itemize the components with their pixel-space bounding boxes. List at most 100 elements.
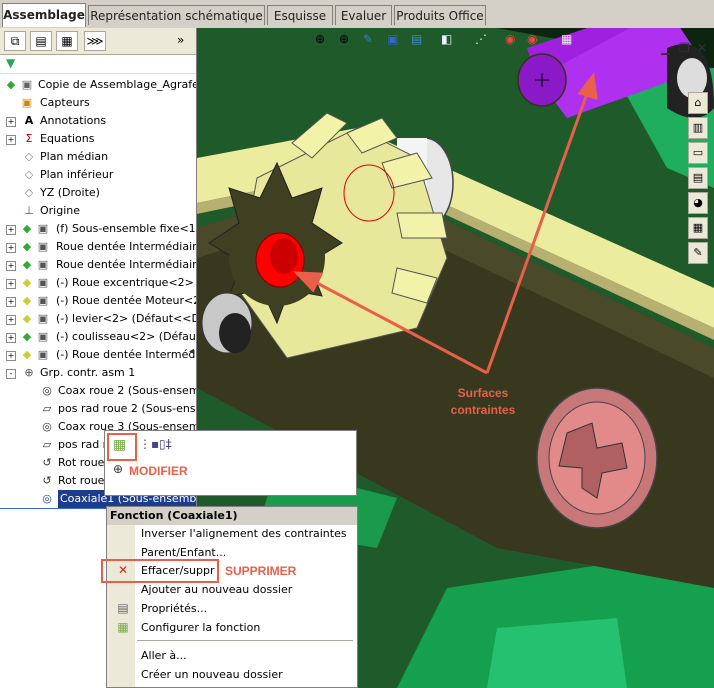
expand-icon[interactable]: + <box>6 117 16 127</box>
view-palette-icon[interactable]: ▤ <box>688 167 708 189</box>
zoom-to-selection-icon[interactable]: ⊕ <box>113 462 123 476</box>
minimize-icon[interactable]: ▁ <box>661 41 670 55</box>
expand-panel-icon[interactable]: » <box>177 33 184 47</box>
design-library-icon[interactable]: ▥ <box>688 117 708 139</box>
home-icon[interactable]: ⌂ <box>688 92 708 114</box>
expand-icon[interactable]: + <box>6 135 16 145</box>
tree-item-roue-dentee-intermediaire-3[interactable]: + ◆ ▣ Roue dentée Intermédiaire 3 <box>0 256 196 274</box>
component-icon: ▣ <box>37 330 49 343</box>
configure-icon: ▦ <box>117 620 129 634</box>
mate-group-icon: ⊕ <box>24 366 34 379</box>
tree-filter[interactable]: ▼ <box>0 55 196 74</box>
surfaces-contraintes-callout: Surfaces contraintes <box>450 386 516 417</box>
expand-icon[interactable]: + <box>6 351 16 361</box>
tree-item-levier[interactable]: + ◆ ▣ (-) levier<2> (Défaut<<Déf <box>0 310 196 328</box>
tab-evaluer[interactable]: Evaluer <box>335 5 392 25</box>
tree-item-root[interactable]: ◆ ▣ Copie de Assemblage_Agrafeuse <box>0 76 196 94</box>
section-view-icon[interactable]: ▣ <box>387 32 398 46</box>
tree-item-annotations[interactable]: + A Annotations <box>0 112 196 130</box>
menu-item-proprietes[interactable]: Propriétés... <box>141 600 207 618</box>
previous-view-icon[interactable]: ✎ <box>363 32 373 46</box>
zoom-fit-icon[interactable]: ⊕ <box>315 32 325 46</box>
file-explorer-icon[interactable]: ▭ <box>688 142 708 164</box>
sensor-icon: ▣ <box>21 96 33 109</box>
tree-item-roue-excentrique[interactable]: + ◆ ▣ (-) Roue excentrique<2> (D <box>0 274 196 292</box>
tree-item-roue-dentee-intermediaire-2[interactable]: + ◆ ▣ Roue dentée Intermédiaire 2 <box>0 238 196 256</box>
solidworks-forum-icon[interactable]: ✎ <box>688 242 708 264</box>
component-icon: ▣ <box>37 258 49 271</box>
tree-item-pos-rad-roue-2[interactable]: ▱ pos rad roue 2 (Sous-ensem <box>0 400 196 418</box>
restore-icon[interactable]: ❐ <box>679 41 690 55</box>
rotation-mate-icon: ↺ <box>42 474 52 487</box>
menu-item-inverser-alignement[interactable]: Inverser l'alignement des contraintes <box>141 525 347 543</box>
tree-item-plan-median[interactable]: ◇ Plan médian <box>0 148 196 166</box>
tree-item-sous-ensemble-fixe[interactable]: + ◆ ▣ (f) Sous-ensemble fixe<1> ( <box>0 220 196 238</box>
menu-item-configurer-fonction[interactable]: Configurer la fonction <box>141 619 260 637</box>
collapse-icon[interactable]: - <box>6 369 16 379</box>
isolate-icon[interactable]: ▯‡ <box>159 437 172 451</box>
tab-representation-schematique[interactable]: Représentation schématique <box>88 5 265 25</box>
tab-assemblage[interactable]: Assemblage <box>2 3 86 27</box>
zoom-area-icon[interactable]: ⊕ <box>339 32 349 46</box>
part-icon: ◆ <box>22 294 32 307</box>
apply-scene-icon[interactable]: ◉ <box>527 32 537 46</box>
tree-item-roue-dentee-intermediaire[interactable]: + ◆ ▣ (-) Roue dentée Intermédiair <box>0 346 196 364</box>
modifier-callout: MODIFIER <box>129 464 188 478</box>
tree-item-coulisseau[interactable]: + ◆ ▣ (-) coulisseau<2> (Défaut<l <box>0 328 196 346</box>
hide-show-items-icon[interactable]: ⋰ <box>475 32 487 46</box>
component-icon: ▣ <box>37 312 49 325</box>
coincident-mate-icon: ▱ <box>42 402 52 415</box>
expand-icon[interactable]: + <box>6 243 16 253</box>
tab-produits-office[interactable]: Produits Office <box>394 5 486 25</box>
tab-esquisse[interactable]: Esquisse <box>267 5 333 25</box>
part-icon: ◆ <box>22 330 32 343</box>
menu-item-effacer-suppr[interactable]: Effacer/suppr <box>141 562 215 580</box>
tree-item-plan-inferieur[interactable]: ◇ Plan inférieur <box>0 166 196 184</box>
tree-item-coax-roue-2[interactable]: ◎ Coax roue 2 (Sous-ensemble <box>0 382 196 400</box>
component-icon: ▣ <box>37 240 49 253</box>
expand-icon[interactable]: + <box>6 261 16 271</box>
tree-item-grp-contr-asm[interactable]: - ⊕ Grp. contr. asm 1 <box>0 364 196 382</box>
expand-icon[interactable]: + <box>6 297 16 307</box>
coaxial-mate-icon: ◎ <box>42 384 52 397</box>
tree-item-roue-dentee-moteur[interactable]: + ◆ ▣ (-) Roue dentée Moteur<2> <box>0 292 196 310</box>
view-settings-icon[interactable]: ▦ <box>561 32 572 46</box>
tree-item-equations[interactable]: + Σ Equations <box>0 130 196 148</box>
expand-icon[interactable]: + <box>6 315 16 325</box>
dimxpert-tab-icon[interactable]: ⋙ <box>84 31 106 51</box>
component-icon: ▣ <box>37 294 49 307</box>
edit-feature-icon[interactable]: ▦ <box>113 437 126 453</box>
hide-components-icon[interactable]: ⋮▪ <box>139 437 159 451</box>
menu-separator <box>137 640 353 641</box>
equation-icon: Σ <box>25 132 33 145</box>
plane-icon: ◇ <box>24 186 34 199</box>
menu-item-ajouter-nouveau-dossier[interactable]: Ajouter au nouveau dossier <box>141 581 292 599</box>
expand-icon[interactable]: + <box>6 333 16 343</box>
display-style-icon[interactable]: ◧ <box>441 32 452 46</box>
rotation-mate-icon: ↺ <box>42 456 52 469</box>
property-manager-tab-icon[interactable]: ▤ <box>30 31 52 51</box>
close-icon[interactable]: ✕ <box>697 41 707 55</box>
menu-item-aller-a[interactable]: Aller à... <box>141 647 187 665</box>
properties-icon: ▤ <box>117 601 129 615</box>
view-orientation-icon[interactable]: ▤ <box>411 32 422 46</box>
feature-manager-tab-icon[interactable]: ⧉ <box>4 31 26 51</box>
configuration-manager-tab-icon[interactable]: ▦ <box>56 31 78 51</box>
plane-icon: ◇ <box>24 168 34 181</box>
tree-item-origine[interactable]: ⊥ Origine <box>0 202 196 220</box>
menu-item-creer-nouveau-dossier[interactable]: Créer un nouveau dossier <box>141 666 283 684</box>
part-icon: ◆ <box>22 258 32 271</box>
edit-appearance-icon[interactable]: ◉ <box>505 32 515 46</box>
tree-item-capteurs[interactable]: ▣ Capteurs <box>0 94 196 112</box>
part-icon: ◆ <box>22 312 32 325</box>
appearances-icon[interactable]: ◕ <box>688 192 708 214</box>
part-icon: ◆ <box>22 276 32 289</box>
context-menu: Fonction (Coaxiale1) Inverser l'aligneme… <box>101 506 358 688</box>
custom-properties-icon[interactable]: ▦ <box>688 217 708 239</box>
panel-splitter-icon[interactable]: ◂ <box>189 346 194 357</box>
filter-icon[interactable]: ▼ <box>6 56 15 70</box>
annotation-icon: A <box>24 114 34 127</box>
expand-icon[interactable]: + <box>6 279 16 289</box>
expand-icon[interactable]: + <box>6 225 16 235</box>
tree-item-yz-droite[interactable]: ◇ YZ (Droite) <box>0 184 196 202</box>
